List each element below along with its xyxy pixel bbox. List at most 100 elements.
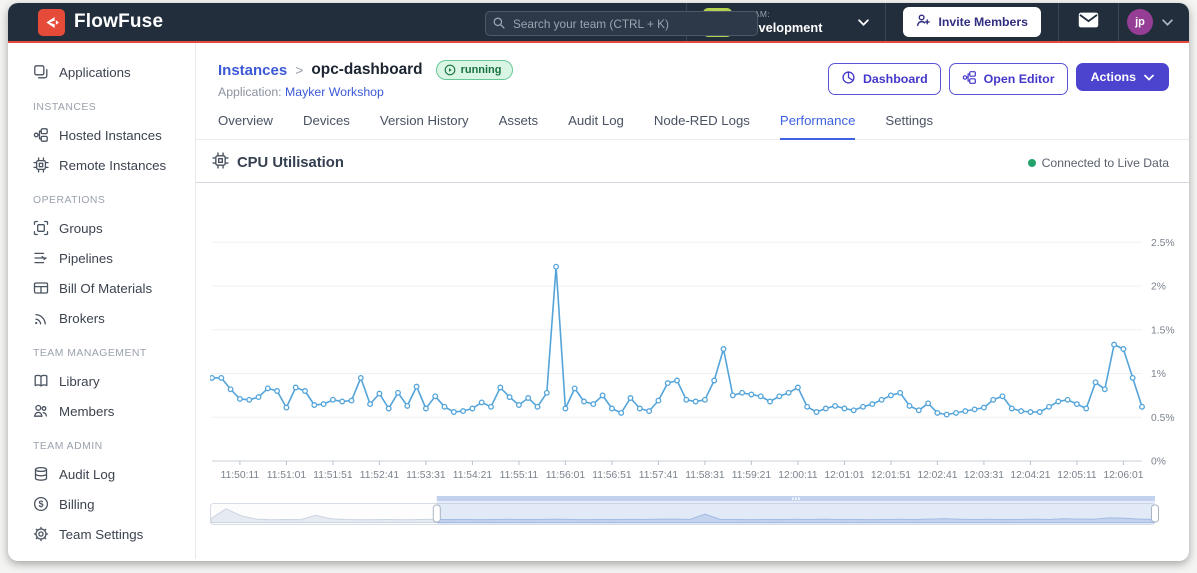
groups-icon [33, 220, 49, 236]
sidebar-item-remote-instances[interactable]: Remote Instances [8, 150, 195, 180]
search-icon [492, 16, 506, 35]
svg-text:2.5%: 2.5% [1151, 238, 1174, 249]
minimap-handle-left[interactable] [432, 504, 441, 523]
sidebar-item-hosted-instances[interactable]: Hosted Instances [8, 120, 195, 150]
user-plus-icon [916, 13, 931, 31]
live-dot-icon [1027, 158, 1036, 167]
tab-settings[interactable]: Settings [885, 113, 933, 139]
pie-chart-icon [841, 70, 856, 88]
tab-bar: Overview Devices Version History Assets Audi… [196, 103, 1189, 140]
invite-members-button[interactable]: Invite Members [903, 7, 1041, 37]
brokers-icon [33, 310, 49, 326]
chevron-down-icon [858, 13, 870, 31]
svg-text:11:55:11: 11:55:11 [500, 470, 539, 481]
svg-text:11:59:21: 11:59:21 [732, 470, 772, 481]
svg-text:12:01:01: 12:01:01 [824, 470, 864, 481]
sidebar-item-library[interactable]: Library [8, 366, 195, 396]
svg-text:11:52:41: 11:52:41 [360, 470, 400, 481]
sidebar-section-header-team-management: TEAM MANAGEMENT [33, 348, 147, 359]
svg-text:12:03:31: 12:03:31 [964, 470, 1004, 481]
applications-icon [33, 64, 49, 80]
chevron-down-icon [1162, 13, 1173, 31]
svg-text:11:51:01: 11:51:01 [267, 470, 307, 481]
tab-assets[interactable]: Assets [499, 113, 539, 139]
status-badge-label: running [460, 64, 502, 76]
sidebar-section-header-team-admin: TEAM ADMIN [33, 441, 103, 452]
sidebar-item-label: Applications [59, 64, 131, 80]
sidebar-item-applications[interactable]: Applications [8, 57, 195, 87]
status-badge: running [435, 60, 513, 80]
sidebar-item-label: Pipelines [59, 250, 113, 266]
sidebar-item-label: Bill Of Materials [59, 280, 153, 296]
svg-text:0%: 0% [1151, 457, 1166, 468]
billing-icon: $ [33, 496, 49, 512]
breadcrumb-link-instances[interactable]: Instances [218, 62, 287, 79]
svg-text:12:00:11: 12:00:11 [778, 470, 818, 481]
user-avatar: jp [1127, 9, 1153, 35]
divider [885, 3, 887, 41]
svg-text:12:04:21: 12:04:21 [1010, 470, 1050, 481]
minimap-grip-icon[interactable] [792, 497, 800, 501]
members-icon [33, 403, 49, 419]
dashboard-button[interactable]: Dashboard [827, 63, 941, 95]
actions-button[interactable]: Actions [1075, 63, 1169, 91]
svg-text:12:02:41: 12:02:41 [917, 470, 957, 481]
svg-text:11:51:51: 11:51:51 [313, 470, 353, 481]
minimap[interactable] [210, 493, 1175, 527]
tab-performance[interactable]: Performance [779, 113, 856, 140]
sidebar-item-groups[interactable]: Groups [8, 213, 195, 243]
sidebar-item-pipelines[interactable]: Pipelines [8, 243, 195, 273]
sidebar-item-billing[interactable]: $ Billing [8, 489, 195, 519]
notifications-button[interactable] [1059, 3, 1118, 41]
invite-members-label: Invite Members [938, 15, 1028, 29]
svg-text:1.5%: 1.5% [1151, 325, 1174, 336]
sidebar-item-brokers[interactable]: Brokers [8, 303, 195, 333]
sidebar-item-label: Groups [59, 220, 103, 236]
tab-devices[interactable]: Devices [303, 113, 350, 139]
svg-text:12:01:51: 12:01:51 [871, 470, 911, 481]
dashboard-button-label: Dashboard [862, 72, 928, 86]
application-link[interactable]: Mayker Workshop [285, 85, 384, 99]
sidebar-item-label: Hosted Instances [59, 127, 162, 143]
breadcrumb-separator: > [295, 62, 304, 78]
svg-text:0.5%: 0.5% [1151, 413, 1174, 424]
svg-text:12:06:01: 12:06:01 [1103, 470, 1143, 481]
user-menu[interactable]: jp [1119, 3, 1189, 41]
cpu-chart: 0% 0.5% 1% 1.5% 2% 2.5% 11:50:11 11:51:01 11:51:… [210, 238, 1174, 481]
sidebar-item-bill-of-materials[interactable]: Bill Of Materials [8, 273, 195, 303]
bill-of-materials-icon [33, 280, 49, 296]
sidebar-item-label: Remote Instances [59, 157, 167, 173]
tab-version-history[interactable]: Version History [380, 113, 469, 139]
tab-overview[interactable]: Overview [218, 113, 273, 139]
sidebar-item-team-settings[interactable]: Team Settings [8, 519, 195, 549]
svg-text:11:54:21: 11:54:21 [453, 470, 493, 481]
mail-icon [1078, 12, 1099, 33]
tab-audit-log[interactable]: Audit Log [568, 113, 624, 139]
brand[interactable]: FlowFuse [38, 8, 163, 36]
navbar: FlowFuse Search your team (CTRL + K) Dev… [8, 3, 1189, 43]
svg-text:11:58:31: 11:58:31 [685, 470, 725, 481]
svg-text:$: $ [38, 499, 43, 509]
app-window: FlowFuse Search your team (CTRL + K) Dev… [8, 3, 1189, 561]
sidebar-nav: Applications INSTANCES Hosted Instances Rem… [8, 57, 195, 549]
tab-node-red-logs[interactable]: Node-RED Logs [654, 113, 750, 139]
actions-button-label: Actions [1090, 70, 1136, 84]
sidebar-section-header-instances: INSTANCES [33, 102, 97, 113]
search-input[interactable] [485, 11, 758, 36]
chevron-down-icon [1144, 70, 1154, 84]
team-settings-icon [33, 526, 49, 542]
open-editor-button[interactable]: Open Editor [948, 63, 1068, 95]
library-icon [33, 373, 49, 389]
sidebar-item-label: Audit Log [59, 466, 116, 482]
sidebar-item-label: Members [59, 403, 115, 419]
live-status-label: Connected to Live Data [1041, 155, 1169, 170]
sidebar-item-members[interactable]: Members [8, 396, 195, 426]
minimap-handle-right[interactable] [1151, 504, 1159, 523]
sidebar-section-header-operations: OPERATIONS [33, 195, 106, 206]
sidebar-item-audit-log[interactable]: Audit Log [8, 459, 195, 489]
pipelines-icon [33, 250, 49, 266]
main-content: Instances > opc-dashboard running Applic… [196, 43, 1189, 559]
live-status: Connected to Live Data [1027, 155, 1169, 170]
play-circle-icon [444, 64, 455, 76]
svg-text:11:56:01: 11:56:01 [546, 470, 586, 481]
